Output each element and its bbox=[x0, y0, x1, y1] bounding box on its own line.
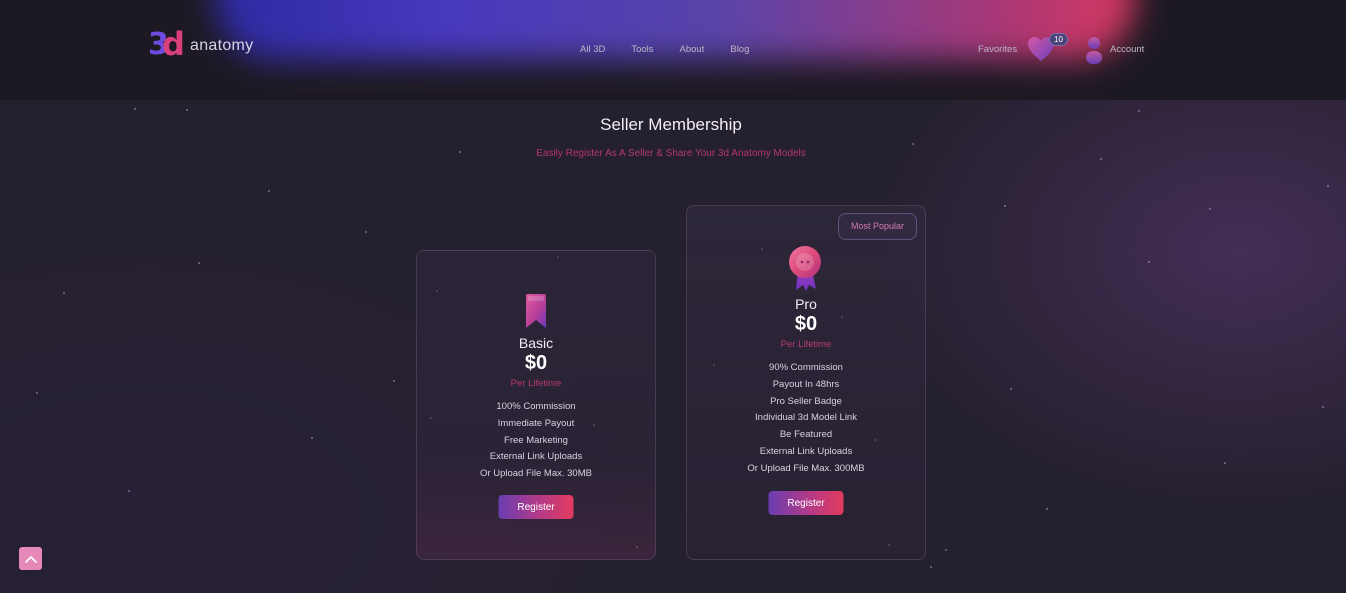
plan-name: Basic bbox=[518, 335, 554, 351]
plan-card-pro: Most Popular Pro $0 Per Lifetime 90% Com… bbox=[686, 205, 926, 560]
plan-period: Per Lifetime bbox=[510, 378, 562, 389]
site-header: 3 d anatomy All 3D Tools About Blog Favo… bbox=[0, 0, 1346, 100]
favorites-link[interactable]: Favorites bbox=[978, 44, 1017, 55]
plan-features: 100% Commission Immediate Payout Free Ma… bbox=[417, 399, 655, 483]
logo-text: anatomy bbox=[190, 37, 254, 54]
plan-name: Pro bbox=[795, 296, 817, 312]
plan-price: $0 bbox=[524, 352, 548, 374]
plan-card-basic: Basic $0 Per Lifetime 100% Commission Im… bbox=[416, 250, 656, 560]
nav-link-about[interactable]: About bbox=[680, 44, 705, 55]
plan-price: $0 bbox=[794, 313, 818, 335]
feature-item: Individual 3d Model Link bbox=[755, 412, 857, 424]
register-button-basic[interactable]: Register bbox=[498, 495, 574, 519]
page-subtitle: Easily Register As A Seller & Share Your… bbox=[536, 148, 806, 159]
scroll-to-top-button[interactable] bbox=[19, 547, 42, 570]
feature-item: Or Upload File Max. 30MB bbox=[480, 468, 592, 480]
logo[interactable]: 3 d anatomy bbox=[148, 28, 253, 68]
feature-item: 90% Commission bbox=[769, 362, 843, 373]
logo-mark-d: d bbox=[162, 25, 185, 63]
page-title: Seller Membership bbox=[600, 115, 742, 134]
nav-link-all-3d[interactable]: All 3D bbox=[580, 44, 605, 55]
nav-link-tools[interactable]: Tools bbox=[631, 44, 653, 55]
account-link[interactable]: Account bbox=[1110, 44, 1144, 55]
plan-period: Per Lifetime bbox=[780, 339, 832, 350]
user-icon[interactable] bbox=[1086, 36, 1102, 64]
feature-item: 100% Commission bbox=[496, 401, 576, 412]
feature-item: Free Marketing bbox=[504, 434, 568, 446]
chevron-up-icon bbox=[24, 555, 37, 563]
feature-item: Immediate Payout bbox=[497, 417, 575, 429]
most-popular-badge: Most Popular bbox=[838, 213, 917, 240]
bookmark-icon bbox=[526, 294, 546, 328]
logo-mark: 3 d bbox=[148, 28, 188, 68]
nav-link-blog[interactable]: Blog bbox=[730, 44, 749, 55]
feature-item: Or Upload File Max. 300MB bbox=[747, 462, 865, 474]
plan-features: 90% Commission Payout In 48hrs Pro Selle… bbox=[687, 360, 925, 478]
feature-item: External Link Uploads bbox=[759, 445, 853, 457]
feature-item: Be Featured bbox=[779, 429, 833, 441]
page: 3 d anatomy All 3D Tools About Blog Favo… bbox=[0, 0, 1346, 593]
feature-item: Pro Seller Badge bbox=[770, 395, 842, 407]
feature-item: Payout In 48hrs bbox=[772, 378, 840, 390]
main-nav: All 3D Tools About Blog bbox=[580, 44, 749, 55]
award-ribbon-icon bbox=[789, 246, 821, 291]
favorites-count-badge: 10 bbox=[1049, 33, 1068, 46]
register-button-pro[interactable]: Register bbox=[768, 491, 844, 515]
feature-item: External Link Uploads bbox=[489, 451, 583, 463]
